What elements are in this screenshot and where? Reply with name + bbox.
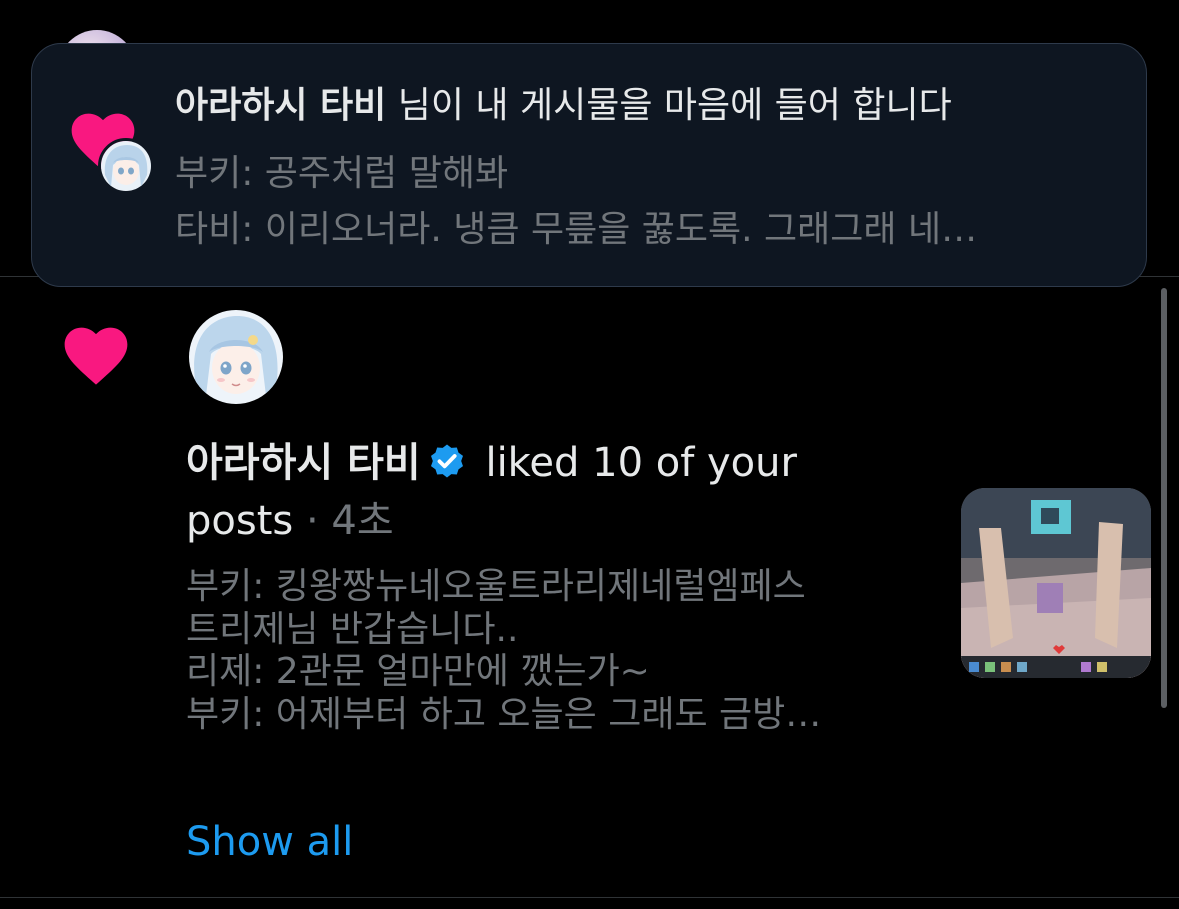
like-toast-notification[interactable]: 아라하시 타비 님이 내 게시물을 마음에 들어 합니다 부키: 공주처럼 말해… [31, 43, 1147, 287]
toast-user-avatar[interactable] [98, 138, 154, 194]
toast-username[interactable]: 아라하시 타비 [175, 85, 386, 126]
toast-title: 아라하시 타비 님이 내 게시물을 마음에 들어 합니다 [175, 84, 952, 128]
show-all-link[interactable]: Show all [186, 816, 353, 868]
toast-action-text: 님이 내 게시물을 마음에 들어 합니다 [386, 85, 952, 126]
notifications-screen: 아라하시 타비 님이 내 게시물을 마음에 들어 합니다 부키: 공주처럼 말해… [0, 0, 1179, 909]
toast-preview-line: 타비: 이리오너라. 냉큼 무릎을 꿇도록. 그래그래 네… [175, 209, 978, 250]
quote-line: 리제: 2관문 얼마만에 깼는가~ [186, 651, 650, 692]
separator: · [293, 498, 332, 544]
post-media-thumbnail[interactable] [961, 488, 1151, 678]
notification-username[interactable]: 아라하시 타비 [186, 440, 421, 486]
quote-line: 부키: 어제부터 하고 오늘은 그래도 금방… [186, 693, 822, 735]
scrollbar[interactable] [1161, 288, 1167, 708]
notification-text[interactable]: 아라하시 타비 liked 10 of your posts · 4초 [186, 434, 886, 550]
toast-preview-line: 부키: 공주처럼 말해봐 [175, 153, 509, 194]
quoted-post-text[interactable]: 부키: 킹왕짱뉴네오울트라리제네럴엠페스 트리제님 반갑습니다.. 리제: 2관… [186, 566, 821, 736]
quote-line: 트리제님 반갑습니다.. [186, 608, 519, 650]
divider [0, 897, 1179, 898]
user-avatar[interactable] [189, 310, 283, 404]
heart-icon [63, 326, 129, 386]
verified-badge-icon [427, 440, 467, 480]
notification-time: 4초 [331, 498, 394, 544]
quote-line: 부키: 킹왕짱뉴네오울트라리제네럴엠페스 [186, 566, 806, 607]
